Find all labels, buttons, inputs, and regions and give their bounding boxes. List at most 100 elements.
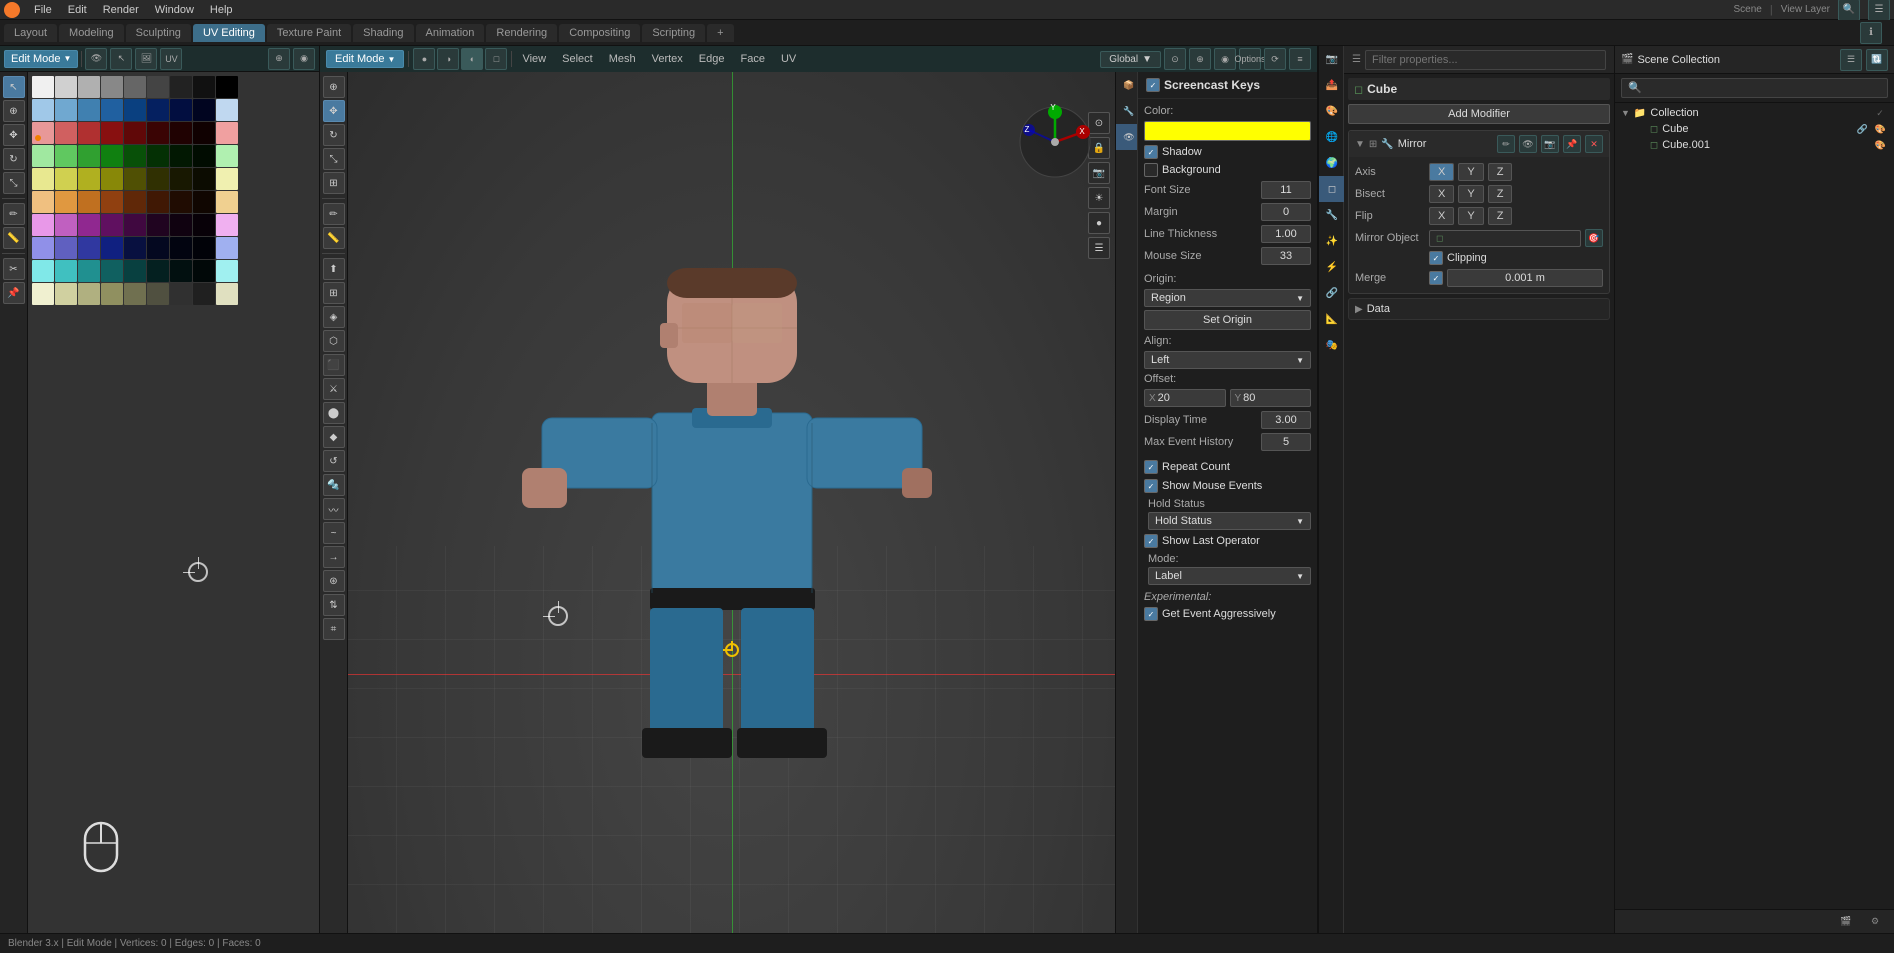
color-lightcyan[interactable] (32, 260, 54, 282)
vp-move-tool[interactable]: ✥ (323, 100, 345, 122)
tab-layout[interactable]: Layout (4, 24, 57, 42)
tab-rendering[interactable]: Rendering (486, 24, 557, 42)
color-darkblue1[interactable] (124, 99, 146, 121)
options-btn[interactable]: Options (1239, 48, 1261, 70)
bottom-btn-1[interactable]: 🎬 (1833, 909, 1859, 934)
collection-visibility-check[interactable]: ✓ (1874, 107, 1886, 119)
vp-screw-tool[interactable]: 🔩 (323, 474, 345, 496)
color-lightpurple[interactable] (32, 214, 54, 236)
color-darkpurple2[interactable] (124, 214, 146, 236)
color-medyellow2[interactable] (101, 168, 123, 190)
color-medorange2[interactable] (78, 191, 100, 213)
color-darkcyan2[interactable] (124, 260, 146, 282)
align-dropdown[interactable]: Left ▼ (1144, 351, 1311, 369)
prop-tab-particle[interactable]: ✨ (1319, 228, 1345, 254)
screencast-keys-header[interactable]: ✓ Screencast Keys (1138, 72, 1317, 99)
tool-select[interactable]: ↖ (3, 76, 25, 98)
data-section-header[interactable]: ▶ Data (1349, 299, 1609, 319)
vp-rotate-tool[interactable]: ↻ (323, 124, 345, 146)
bottom-btn-2[interactable]: ⚙ (1862, 909, 1888, 934)
search-scenes-btn[interactable]: 🔍 (1838, 0, 1860, 21)
color-lightyellow1[interactable] (32, 168, 54, 190)
prop-tab-object[interactable]: ◻ (1319, 176, 1345, 202)
max-event-value[interactable]: 5 (1261, 433, 1311, 451)
prop-tab-data[interactable]: 📐 (1319, 306, 1345, 332)
tab-sculpting[interactable]: Sculpting (126, 24, 191, 42)
color-vdarkblue1[interactable] (170, 99, 192, 121)
vp-extrude-tool[interactable]: ⬆ (323, 258, 345, 280)
vp-bevel-tool[interactable]: ◈ (323, 306, 345, 328)
color-darkgreen1[interactable] (124, 145, 146, 167)
color-vdarkpurple2[interactable] (170, 214, 192, 236)
color-lightred[interactable] (32, 122, 54, 144)
color-medcyan2[interactable] (78, 260, 100, 282)
tab-uv-editing[interactable]: UV Editing (193, 24, 265, 42)
color-darkgreen2[interactable] (147, 145, 169, 167)
uv-select-btn[interactable]: ↖ (110, 48, 132, 70)
add-modifier-btn[interactable]: Add Modifier (1348, 104, 1610, 124)
bisect-z-btn[interactable]: Z (1488, 185, 1513, 203)
prop-tab-view-layer[interactable]: 🎨 (1319, 98, 1345, 124)
color-black[interactable] (216, 76, 238, 98)
overlay-btn[interactable]: ◉ (1214, 48, 1236, 70)
vp-transform-tool[interactable]: ⊞ (323, 172, 345, 194)
tool-scale[interactable]: ⤡ (3, 172, 25, 194)
color-vdarkorange2[interactable] (170, 191, 192, 213)
tool-move[interactable]: ✥ (3, 124, 25, 146)
offset-y-field[interactable]: Y 80 (1230, 389, 1312, 407)
color-darkred2[interactable] (124, 122, 146, 144)
color-nearblack[interactable] (193, 76, 215, 98)
color-medgreen2[interactable] (101, 145, 123, 167)
color-dark2[interactable] (193, 283, 215, 305)
tab-animation[interactable]: Animation (416, 24, 485, 42)
color-olive1[interactable] (78, 283, 100, 305)
cube-item[interactable]: ▶ ◻ Cube 🔗 🎨 (1615, 121, 1894, 137)
color-lightgray2[interactable] (78, 76, 100, 98)
flip-y-btn[interactable]: Y (1458, 207, 1483, 225)
origin-region-dropdown[interactable]: Region ▼ (1144, 289, 1311, 307)
uv-uv-btn[interactable]: UV (160, 48, 182, 70)
color-lightblue2[interactable] (55, 99, 77, 121)
uv-view-btn[interactable]: 👁 (85, 48, 107, 70)
color-medred2[interactable] (78, 122, 100, 144)
merge-value[interactable]: 0.001 m (1447, 269, 1603, 287)
color-peach[interactable] (216, 191, 238, 213)
color-vdarkyellow2[interactable] (193, 168, 215, 190)
color-vdarkindigo1[interactable] (147, 237, 169, 259)
show-mouse-checkbox[interactable]: ✓ (1144, 479, 1158, 493)
show-last-op-checkbox[interactable]: ✓ (1144, 534, 1158, 548)
color-nearblackindigo[interactable] (193, 237, 215, 259)
color-vdarkgreen1[interactable] (170, 145, 192, 167)
scene-root[interactable]: ▼ 📁 Collection ✓ (1615, 105, 1894, 121)
shadow-checkbox[interactable]: ✓ (1144, 145, 1158, 159)
mirror-render-btn[interactable]: 📷 (1541, 135, 1559, 153)
tool-annotate[interactable]: ✏ (3, 203, 25, 225)
tab-texture-paint[interactable]: Texture Paint (267, 24, 351, 42)
vp-shrink-tool[interactable]: ⊛ (323, 570, 345, 592)
scene-filter-btn[interactable]: ☰ (1840, 49, 1862, 71)
color-white[interactable] (32, 76, 54, 98)
color-vdarkorange1[interactable] (147, 191, 169, 213)
color-darkorange1[interactable] (101, 191, 123, 213)
color-vdarkcyan2[interactable] (170, 260, 192, 282)
color-darkgray2[interactable] (147, 76, 169, 98)
color-vdarkyellow1[interactable] (170, 168, 192, 190)
color-vdarkred2[interactable] (170, 122, 192, 144)
color-lightorange[interactable] (32, 191, 54, 213)
prop-tab-constraints[interactable]: 🔗 (1319, 280, 1345, 306)
menu-window[interactable]: Window (147, 2, 202, 18)
color-paleblue[interactable] (216, 99, 238, 121)
bisect-x-btn[interactable]: X (1429, 185, 1454, 203)
uv-snap-btn[interactable]: ⊕ (268, 48, 290, 70)
axis-y-btn[interactable]: Y (1458, 163, 1483, 181)
color-dark1[interactable] (170, 283, 192, 305)
vp-filter-btn[interactable]: ☰ (1088, 237, 1110, 259)
mirror-object-field[interactable]: ◻ (1429, 230, 1581, 247)
axis-z-btn[interactable]: Z (1488, 163, 1513, 181)
screencast-keys-enable-checkbox[interactable]: ✓ (1146, 78, 1160, 92)
color-medred1[interactable] (55, 122, 77, 144)
uv-canvas[interactable] (28, 72, 319, 933)
color-palecyan[interactable] (216, 260, 238, 282)
toolbar-toggle-btn[interactable]: ≡ (1289, 48, 1311, 70)
transform-global-dropdown[interactable]: Global ▼ (1100, 51, 1161, 68)
